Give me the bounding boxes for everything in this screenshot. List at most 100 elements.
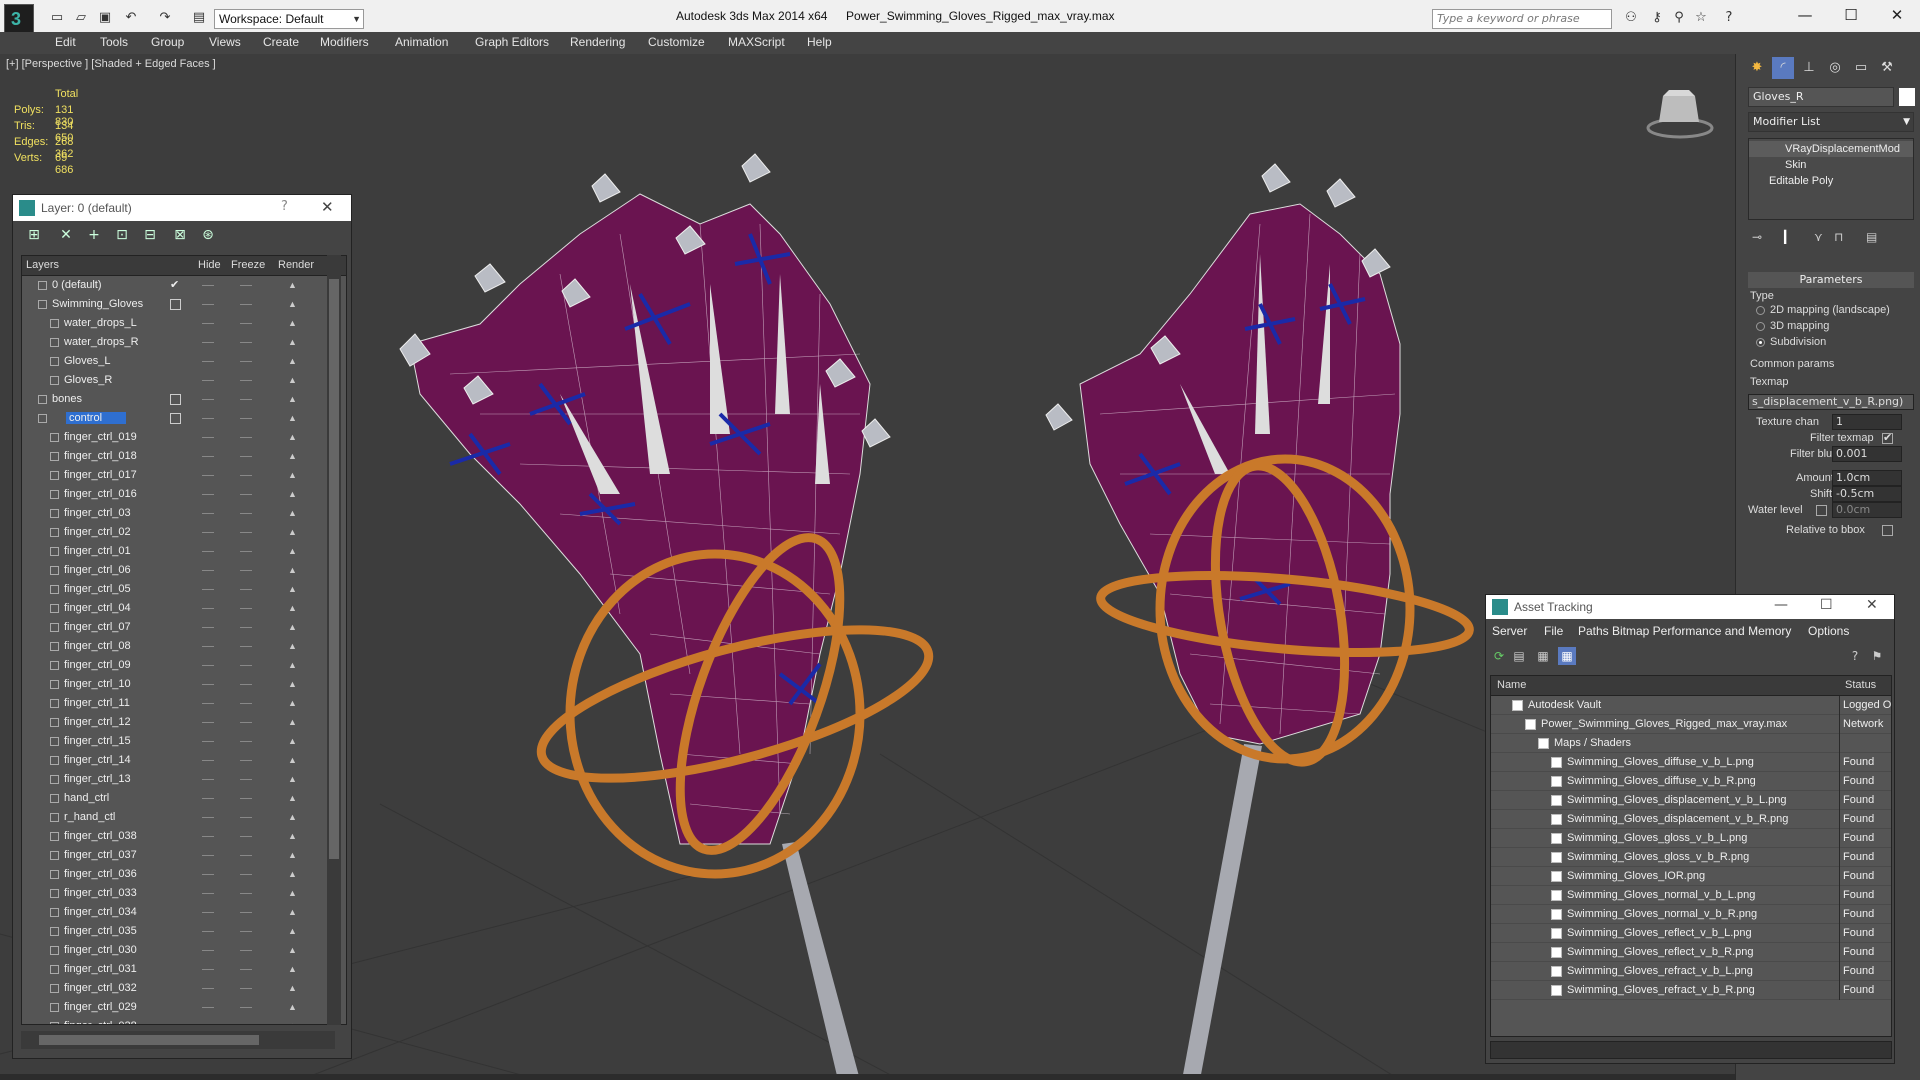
close-button[interactable]: ✕ bbox=[1866, 597, 1878, 613]
menu-animation[interactable]: Animation bbox=[395, 35, 448, 49]
add-to-layer-icon[interactable]: + bbox=[85, 226, 103, 244]
render-teapot-icon[interactable]: ▲ bbox=[288, 793, 298, 803]
layer-row[interactable]: finger_ctrl_06 ▲ bbox=[22, 561, 346, 580]
menu-group[interactable]: Group bbox=[151, 35, 184, 49]
render-teapot-icon[interactable]: ▲ bbox=[288, 888, 298, 898]
highlight-layer-icon[interactable]: ⊟ bbox=[141, 226, 159, 244]
asset-row[interactable]: Swimming_Gloves_refract_v_b_R.png Found bbox=[1491, 981, 1891, 1000]
hide-toggle[interactable] bbox=[202, 475, 214, 476]
layer-row[interactable]: finger_ctrl_04 ▲ bbox=[22, 599, 346, 618]
menu-views[interactable]: Views bbox=[209, 35, 241, 49]
freeze-toggle[interactable] bbox=[240, 969, 252, 970]
scrollbar-thumb[interactable] bbox=[329, 279, 339, 859]
layer-row[interactable]: water_drops_L ▲ bbox=[22, 314, 346, 333]
key-icon[interactable]: ⚷ bbox=[1648, 10, 1666, 26]
modifier-list-dropdown[interactable]: Modifier List ▼ bbox=[1748, 112, 1914, 132]
freeze-toggle[interactable] bbox=[240, 589, 252, 590]
freeze-all-icon[interactable]: ⊛ bbox=[199, 226, 217, 244]
freeze-toggle[interactable] bbox=[240, 437, 252, 438]
hide-toggle[interactable] bbox=[202, 627, 214, 628]
app-logo[interactable]: 3 bbox=[4, 4, 34, 34]
help-icon[interactable]: ? bbox=[281, 199, 288, 214]
hide-toggle[interactable] bbox=[202, 323, 214, 324]
render-teapot-icon[interactable]: ▲ bbox=[288, 831, 298, 841]
hide-toggle[interactable] bbox=[202, 950, 214, 951]
render-teapot-icon[interactable]: ▲ bbox=[288, 660, 298, 670]
hide-toggle[interactable] bbox=[202, 494, 214, 495]
hide-toggle[interactable] bbox=[202, 988, 214, 989]
workspace-dropdown[interactable]: Workspace: Default ▼ bbox=[214, 9, 364, 29]
hide-toggle[interactable] bbox=[202, 456, 214, 457]
redo-icon[interactable]: ↷ bbox=[156, 10, 174, 26]
hide-toggle[interactable] bbox=[202, 437, 214, 438]
open-file-icon[interactable]: ▱ bbox=[72, 10, 90, 26]
render-teapot-icon[interactable]: ▲ bbox=[288, 432, 298, 442]
layer-row[interactable]: finger_ctrl_09 ▲ bbox=[22, 656, 346, 675]
asset-menu-bitmap[interactable]: Bitmap Performance and Memory bbox=[1612, 624, 1791, 638]
render-teapot-icon[interactable]: ▲ bbox=[288, 356, 298, 366]
minimize-button[interactable]: — bbox=[1774, 597, 1788, 613]
asset-menu-server[interactable]: Server bbox=[1492, 624, 1527, 638]
freeze-toggle[interactable] bbox=[240, 779, 252, 780]
current-layer-box[interactable] bbox=[170, 299, 181, 310]
menu-rendering[interactable]: Rendering bbox=[570, 35, 625, 49]
freeze-toggle[interactable] bbox=[240, 475, 252, 476]
refresh-icon[interactable]: ⟳ bbox=[1490, 647, 1508, 665]
asset-menu-paths[interactable]: Paths bbox=[1578, 624, 1609, 638]
texmap-button[interactable]: s_displacement_v_b_R.png) bbox=[1748, 394, 1914, 410]
render-teapot-icon[interactable]: ▲ bbox=[288, 280, 298, 290]
render-teapot-icon[interactable]: ▲ bbox=[288, 527, 298, 537]
vault-help-icon[interactable]: ⚑ bbox=[1868, 647, 1886, 665]
make-unique-icon[interactable]: ⋎ bbox=[1814, 230, 1823, 244]
render-teapot-icon[interactable]: ▲ bbox=[288, 546, 298, 556]
maximize-button[interactable]: ☐ bbox=[1828, 0, 1874, 30]
hide-toggle[interactable] bbox=[202, 513, 214, 514]
texture-chan-spinner[interactable]: 1 bbox=[1832, 414, 1902, 430]
sign-in-icon[interactable]: ⚲ bbox=[1670, 10, 1688, 26]
select-objects-icon[interactable]: ⊡ bbox=[113, 226, 131, 244]
freeze-toggle[interactable] bbox=[240, 1007, 252, 1008]
display-tab-icon[interactable]: ▭ bbox=[1850, 57, 1872, 79]
hide-toggle[interactable] bbox=[202, 798, 214, 799]
layer-row[interactable]: finger_ctrl_016 ▲ bbox=[22, 485, 346, 504]
object-color-swatch[interactable] bbox=[1899, 88, 1915, 106]
radio-3d-mapping[interactable] bbox=[1756, 322, 1765, 331]
col-freeze[interactable]: Freeze bbox=[231, 259, 265, 271]
freeze-toggle[interactable] bbox=[240, 722, 252, 723]
layer-row[interactable]: finger_ctrl_03 ▲ bbox=[22, 504, 346, 523]
hide-toggle[interactable] bbox=[202, 399, 214, 400]
render-teapot-icon[interactable]: ▲ bbox=[288, 451, 298, 461]
filter-texmap-checkbox[interactable]: ✔ bbox=[1882, 431, 1893, 444]
hide-toggle[interactable] bbox=[202, 342, 214, 343]
freeze-toggle[interactable] bbox=[240, 551, 252, 552]
hide-toggle[interactable] bbox=[202, 418, 214, 419]
asset-row[interactable]: Swimming_Gloves_IOR.png Found bbox=[1491, 867, 1891, 886]
motion-tab-icon[interactable]: ◎ bbox=[1824, 57, 1846, 79]
freeze-toggle[interactable] bbox=[240, 608, 252, 609]
layer-row[interactable]: 0 (default) ✔ ▲ bbox=[22, 276, 346, 295]
help-icon[interactable]: ? bbox=[1720, 10, 1738, 26]
viewcube-icon[interactable] bbox=[1645, 82, 1715, 142]
radio-2d-mapping[interactable] bbox=[1756, 306, 1765, 315]
freeze-toggle[interactable] bbox=[240, 494, 252, 495]
binoculars-icon[interactable]: ⚇ bbox=[1622, 10, 1640, 26]
layer-row[interactable]: finger_ctrl_033 ▲ bbox=[22, 884, 346, 903]
render-teapot-icon[interactable]: ▲ bbox=[288, 603, 298, 613]
maximize-button[interactable]: ☐ bbox=[1820, 597, 1833, 613]
hide-all-icon[interactable]: ⊠ bbox=[171, 226, 189, 244]
render-teapot-icon[interactable]: ▲ bbox=[288, 337, 298, 347]
shift-spinner[interactable]: -0.5cm bbox=[1832, 486, 1902, 502]
stack-item-vraydisplacement[interactable]: VRayDisplacementMod bbox=[1749, 141, 1913, 157]
layer-row[interactable]: finger_ctrl_10 ▲ bbox=[22, 675, 346, 694]
render-teapot-icon[interactable]: ▲ bbox=[288, 318, 298, 328]
render-teapot-icon[interactable]: ▲ bbox=[288, 983, 298, 993]
layer-row[interactable]: finger_ctrl_05 ▲ bbox=[22, 580, 346, 599]
layer-row[interactable]: Swimming_Gloves ▲ bbox=[22, 295, 346, 314]
hide-toggle[interactable] bbox=[202, 285, 214, 286]
hide-toggle[interactable] bbox=[202, 1007, 214, 1008]
layer-row[interactable]: finger_ctrl_12 ▲ bbox=[22, 713, 346, 732]
layer-row[interactable]: finger_ctrl_028 ▲ bbox=[22, 1017, 346, 1024]
render-teapot-icon[interactable]: ▲ bbox=[288, 1021, 298, 1024]
table-view-icon[interactable]: ▦ bbox=[1558, 647, 1576, 665]
freeze-toggle[interactable] bbox=[240, 950, 252, 951]
